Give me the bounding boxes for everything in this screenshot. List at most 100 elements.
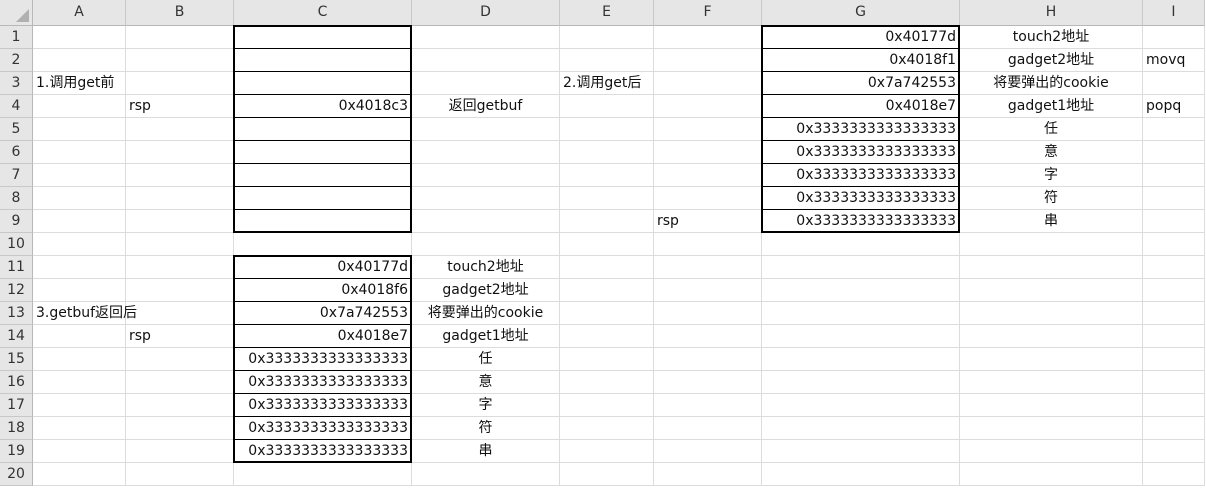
cell-b2[interactable] — [126, 49, 234, 72]
cell-d5[interactable] — [412, 118, 560, 141]
cell-g2[interactable]: 0x4018f1 — [762, 49, 960, 72]
cell-h5[interactable]: 任 — [960, 118, 1143, 141]
cell-h12[interactable] — [960, 279, 1143, 302]
cell-b16[interactable] — [126, 371, 234, 394]
cell-f18[interactable] — [654, 417, 762, 440]
cell-b5[interactable] — [126, 118, 234, 141]
cell-e7[interactable] — [560, 164, 654, 187]
cell-a1[interactable] — [33, 26, 126, 49]
row-header-11[interactable]: 11 — [0, 256, 33, 279]
cell-h20[interactable] — [960, 463, 1143, 486]
cell-a5[interactable] — [33, 118, 126, 141]
cell-h7[interactable]: 字 — [960, 164, 1143, 187]
cell-b9[interactable] — [126, 210, 234, 233]
cell-d11[interactable]: touch2地址 — [412, 256, 560, 279]
cell-e19[interactable] — [560, 440, 654, 463]
cell-h16[interactable] — [960, 371, 1143, 394]
cell-a17[interactable] — [33, 394, 126, 417]
row-header-20[interactable]: 20 — [0, 463, 33, 486]
cell-e4[interactable] — [560, 95, 654, 118]
cell-b3[interactable] — [126, 72, 234, 95]
cell-c3[interactable] — [234, 72, 412, 95]
cell-c2[interactable] — [234, 49, 412, 72]
cell-g16[interactable] — [762, 371, 960, 394]
cell-a19[interactable] — [33, 440, 126, 463]
row-header-3[interactable]: 3 — [0, 72, 33, 95]
cell-d10[interactable] — [412, 233, 560, 256]
cell-e16[interactable] — [560, 371, 654, 394]
cell-c13[interactable]: 0x7a742553 — [234, 302, 412, 325]
cell-a13[interactable]: 3.getbuf返回后 — [33, 302, 137, 325]
cell-d19[interactable]: 串 — [412, 440, 560, 463]
cell-b17[interactable] — [126, 394, 234, 417]
cell-c17[interactable]: 0x3333333333333333 — [234, 394, 412, 417]
cell-g7[interactable]: 0x3333333333333333 — [762, 164, 960, 187]
cell-f4[interactable] — [654, 95, 762, 118]
cell-e15[interactable] — [560, 348, 654, 371]
row-header-16[interactable]: 16 — [0, 371, 33, 394]
cell-c14[interactable]: 0x4018e7 — [234, 325, 412, 348]
cell-f13[interactable] — [654, 302, 762, 325]
cell-d14[interactable]: gadget1地址 — [412, 325, 560, 348]
row-header-7[interactable]: 7 — [0, 164, 33, 187]
cell-h17[interactable] — [960, 394, 1143, 417]
cell-g11[interactable] — [762, 256, 960, 279]
cell-c20[interactable] — [234, 463, 412, 486]
cell-a4[interactable] — [33, 95, 126, 118]
row-header-4[interactable]: 4 — [0, 95, 33, 118]
cell-c10[interactable] — [234, 233, 412, 256]
row-header-5[interactable]: 5 — [0, 118, 33, 141]
cell-d1[interactable] — [412, 26, 560, 49]
cell-i1[interactable] — [1143, 26, 1205, 49]
cell-c8[interactable] — [234, 187, 412, 210]
cell-h6[interactable]: 意 — [960, 141, 1143, 164]
cell-f3[interactable] — [654, 72, 762, 95]
cell-g18[interactable] — [762, 417, 960, 440]
cell-h18[interactable] — [960, 417, 1143, 440]
cell-c19[interactable]: 0x3333333333333333 — [234, 440, 412, 463]
cell-f2[interactable] — [654, 49, 762, 72]
cell-b12[interactable] — [126, 279, 234, 302]
cell-c15[interactable]: 0x3333333333333333 — [234, 348, 412, 371]
cell-i4[interactable]: popq — [1143, 95, 1205, 118]
column-header-i[interactable]: I — [1143, 0, 1205, 26]
cell-f8[interactable] — [654, 187, 762, 210]
cell-b14[interactable]: rsp — [126, 325, 234, 348]
cell-h1[interactable]: touch2地址 — [960, 26, 1143, 49]
cell-g13[interactable] — [762, 302, 960, 325]
column-header-g[interactable]: G — [762, 0, 960, 26]
cell-e12[interactable] — [560, 279, 654, 302]
cell-f16[interactable] — [654, 371, 762, 394]
row-header-2[interactable]: 2 — [0, 49, 33, 72]
cell-b19[interactable] — [126, 440, 234, 463]
cell-g4[interactable]: 0x4018e7 — [762, 95, 960, 118]
cell-a16[interactable] — [33, 371, 126, 394]
column-header-c[interactable]: C — [234, 0, 412, 26]
cell-c5[interactable] — [234, 118, 412, 141]
cell-e9[interactable] — [560, 210, 654, 233]
cell-i11[interactable] — [1143, 256, 1205, 279]
cell-a7[interactable] — [33, 164, 126, 187]
cell-i5[interactable] — [1143, 118, 1205, 141]
cell-d7[interactable] — [412, 164, 560, 187]
row-header-19[interactable]: 19 — [0, 440, 33, 463]
cell-c18[interactable]: 0x3333333333333333 — [234, 417, 412, 440]
cell-f11[interactable] — [654, 256, 762, 279]
cell-f1[interactable] — [654, 26, 762, 49]
cell-g10[interactable] — [762, 233, 960, 256]
cell-g8[interactable]: 0x3333333333333333 — [762, 187, 960, 210]
cell-i14[interactable] — [1143, 325, 1205, 348]
cell-i18[interactable] — [1143, 417, 1205, 440]
row-header-13[interactable]: 13 — [0, 302, 33, 325]
cell-b11[interactable] — [126, 256, 234, 279]
cell-d8[interactable] — [412, 187, 560, 210]
cell-e17[interactable] — [560, 394, 654, 417]
cell-f9[interactable]: rsp — [654, 210, 762, 233]
cell-i3[interactable] — [1143, 72, 1205, 95]
row-header-17[interactable]: 17 — [0, 394, 33, 417]
cell-c6[interactable] — [234, 141, 412, 164]
cell-e6[interactable] — [560, 141, 654, 164]
row-header-6[interactable]: 6 — [0, 141, 33, 164]
cell-b1[interactable] — [126, 26, 234, 49]
cell-h19[interactable] — [960, 440, 1143, 463]
